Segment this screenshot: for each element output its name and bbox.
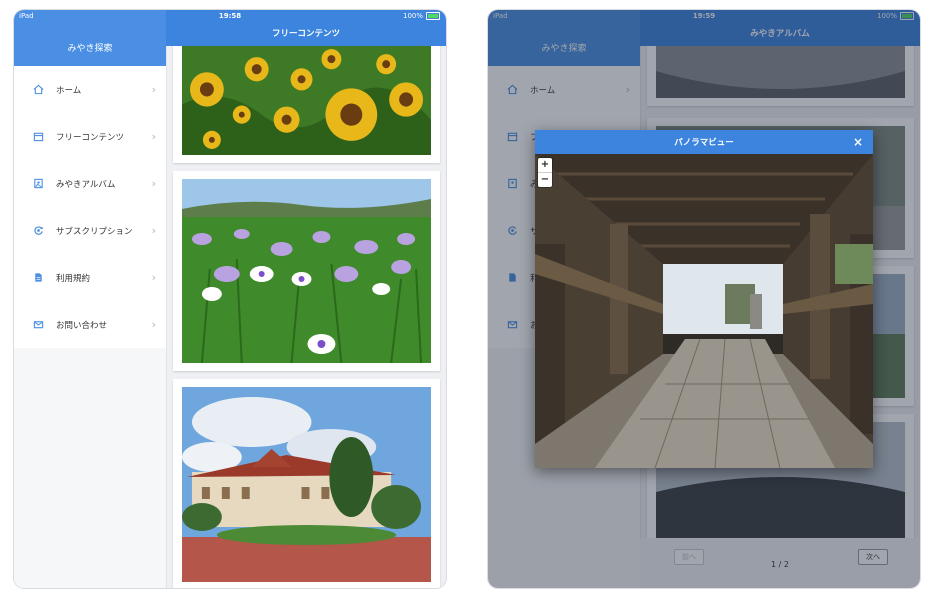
building-photo [182,387,431,582]
status-bar: iPad 19:58 100% [14,10,446,22]
sidebar-item-free-content[interactable]: フリーコンテンツ › [14,113,166,160]
home-icon [32,84,44,96]
photo-card-irises[interactable] [173,171,440,371]
modal-header: パノラマビュー × [535,130,873,154]
chevron-right-icon: › [151,271,156,284]
panorama-modal: パノラマビュー × + − [535,130,873,468]
ipad-screen-album-panorama: iPad 19:59 100% みやき探索 ホーム › フリーコンテンツ › み… [488,10,920,588]
subscription-icon [32,225,44,237]
sidebar-item-subscription[interactable]: サブスクリプション › [14,207,166,254]
sidebar-item-label: お問い合わせ [56,320,108,331]
sidebar-item-home[interactable]: ホーム › [14,66,166,113]
sidebar-item-label: みやきアルバム [56,179,116,190]
calendar-icon [32,131,44,143]
mail-icon [32,319,44,331]
sidebar-item-label: 利用規約 [56,273,91,284]
battery-percent: 100% [402,12,423,20]
sidebar-item-contact[interactable]: お問い合わせ › [14,301,166,348]
chevron-right-icon: › [151,83,156,96]
photo-album-icon [32,178,44,190]
sidebar: みやき探索 ホーム › フリーコンテンツ › みやきアルバム › サブスクリプシ… [14,10,167,588]
sidebar-item-label: サブスクリプション [56,226,133,237]
clock: 19:58 [218,12,242,20]
modal-title: パノラマビュー [674,138,734,148]
document-icon [32,272,44,284]
sidebar-menu: ホーム › フリーコンテンツ › みやきアルバム › サブスクリプション › 利… [14,66,166,348]
zoom-in-button[interactable]: + [538,158,552,173]
sidebar-item-album[interactable]: みやきアルバム › [14,160,166,207]
sunflower-photo [182,46,431,155]
chevron-right-icon: › [151,224,156,237]
iris-photo [182,179,431,363]
sidebar-item-terms[interactable]: 利用規約 › [14,254,166,301]
zoom-control: + − [538,158,552,187]
free-content-list [167,46,446,588]
photo-card-building[interactable] [173,379,440,588]
chevron-right-icon: › [151,318,156,331]
close-icon[interactable]: × [853,135,863,149]
battery-status: 100% [403,12,440,20]
sidebar-item-label: フリーコンテンツ [56,132,125,143]
chevron-right-icon: › [151,177,156,190]
panorama-viewer[interactable] [535,154,873,468]
chevron-right-icon: › [151,130,156,143]
zoom-out-button[interactable]: − [538,173,552,187]
battery-icon [426,12,440,20]
photo-card-sunflowers[interactable] [173,46,440,163]
sidebar-item-label: ホーム [56,85,82,96]
ipad-screen-free-content: iPad 19:58 100% みやき探索 ホーム › フリーコンテンツ › み… [14,10,446,588]
